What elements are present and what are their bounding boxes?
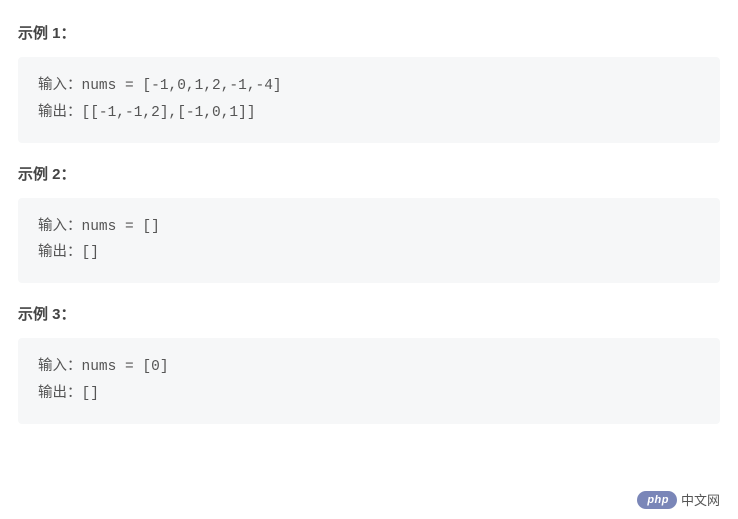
example-heading-3: 示例 3：	[18, 303, 720, 324]
input-line: 输入：nums = [0]	[38, 354, 700, 381]
output-value: []	[82, 386, 99, 402]
output-label: 输出：	[38, 386, 82, 402]
output-value: []	[82, 245, 99, 261]
input-value: nums = []	[82, 219, 160, 235]
example-heading-1: 示例 1：	[18, 22, 720, 43]
input-label: 输入：	[38, 219, 82, 235]
input-line: 输入：nums = [-1,0,1,2,-1,-4]	[38, 73, 700, 100]
input-label: 输入：	[38, 359, 82, 375]
output-label: 输出：	[38, 245, 82, 261]
watermark: php 中文网	[637, 490, 720, 509]
watermark-text: 中文网	[681, 490, 720, 509]
code-block-2: 输入：nums = [] 输出：[]	[18, 198, 720, 284]
input-label: 输入：	[38, 78, 82, 94]
code-block-1: 输入：nums = [-1,0,1,2,-1,-4] 输出：[[-1,-1,2]…	[18, 57, 720, 143]
input-value: nums = [-1,0,1,2,-1,-4]	[82, 78, 282, 94]
input-value: nums = [0]	[82, 359, 169, 375]
input-line: 输入：nums = []	[38, 214, 700, 241]
output-label: 输出：	[38, 105, 82, 121]
output-value: [[-1,-1,2],[-1,0,1]]	[82, 105, 256, 121]
example-heading-2: 示例 2：	[18, 163, 720, 184]
output-line: 输出：[[-1,-1,2],[-1,0,1]]	[38, 100, 700, 127]
output-line: 输出：[]	[38, 240, 700, 267]
code-block-3: 输入：nums = [0] 输出：[]	[18, 338, 720, 424]
output-line: 输出：[]	[38, 381, 700, 408]
php-badge-icon: php	[637, 491, 677, 509]
